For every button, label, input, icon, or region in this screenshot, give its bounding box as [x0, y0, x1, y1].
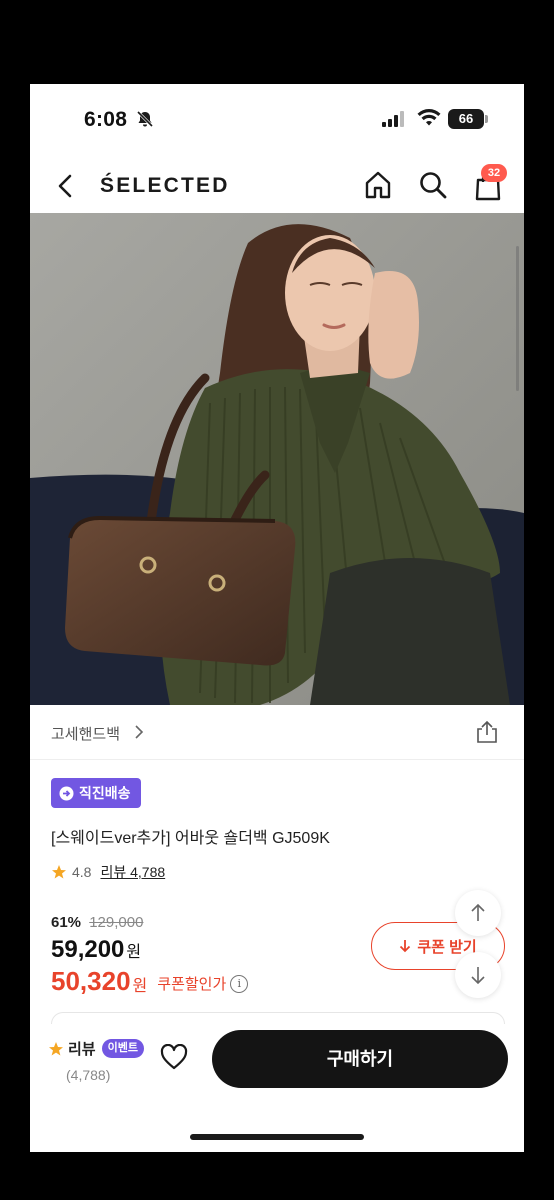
image-scrollbar [516, 246, 519, 391]
chevron-right-icon [135, 725, 144, 739]
phone-screen: 6:08 66 ŚELECTED 32 고세핸드백 직진배송 [스웨이드ver추… [30, 84, 524, 1152]
star-icon [49, 1041, 63, 1055]
arrow-down-icon [471, 967, 485, 985]
brand-logo[interactable]: ŚELECTED [100, 174, 230, 198]
coupon-price-row: 50,320 원 쿠폰할인가 i [51, 966, 249, 997]
wifi-icon [417, 109, 441, 126]
sale-price-unit: 원 [126, 944, 142, 961]
product-image-carousel[interactable] [30, 213, 524, 705]
category-row[interactable]: 고세핸드백 [30, 705, 524, 760]
cart-count-badge: 32 [481, 164, 507, 182]
coupon-price-label: 쿠폰할인가 [157, 976, 227, 993]
app-header: ŚELECTED 32 [30, 162, 524, 212]
status-time: 6:08 [84, 108, 128, 131]
buy-button[interactable]: 구매하기 [212, 1030, 508, 1088]
search-icon[interactable] [418, 170, 448, 200]
bottom-action-bar: 리뷰 이벤트 (4,788) 구매하기 [30, 1024, 524, 1152]
silent-bell-icon [136, 110, 154, 128]
share-icon[interactable] [476, 720, 498, 744]
direct-shipping-badge: 직진배송 [51, 778, 141, 808]
shipping-arrow-icon [59, 786, 74, 800]
home-indicator [190, 1134, 364, 1140]
sale-price-row: 59,200 원 [51, 936, 141, 964]
event-badge: 이벤트 [101, 1039, 144, 1058]
product-title: [스웨이드ver추가] 어바웃 숄더백 GJ509K [51, 830, 330, 847]
scroll-up-button[interactable] [455, 890, 501, 936]
discount-percent: 61% [51, 914, 82, 931]
original-price: 129,000 [89, 914, 144, 931]
battery-tip [485, 115, 488, 123]
back-arrow-icon[interactable] [52, 172, 78, 200]
review-count: (4,788) [66, 1067, 111, 1083]
heart-icon[interactable] [160, 1044, 188, 1070]
coupon-price: 50,320 [51, 966, 131, 996]
star-icon [52, 865, 66, 879]
signal-icon [382, 111, 404, 127]
scroll-down-button[interactable] [455, 952, 501, 998]
arrow-up-icon [471, 903, 485, 921]
rating-row: 4.8 리뷰 4,788 [51, 862, 165, 882]
discount-row: 61% 129,000 [51, 914, 143, 931]
info-icon[interactable]: i [230, 974, 249, 993]
battery-indicator: 66 [448, 109, 484, 129]
status-bar: 6:08 66 [30, 84, 524, 154]
review-summary[interactable]: 리뷰 이벤트 (4,788) [48, 1038, 144, 1083]
direct-shipping-label: 직진배송 [79, 785, 131, 801]
sale-price: 59,200 [51, 936, 125, 963]
coupon-price-unit: 원 [132, 977, 148, 995]
home-icon[interactable] [364, 170, 392, 200]
review-link[interactable]: 리뷰 4,788 [100, 862, 165, 882]
brand-category-link[interactable]: 고세핸드백 [51, 723, 120, 744]
rating-score: 4.8 [72, 864, 92, 880]
review-label: 리뷰 [68, 1041, 96, 1058]
product-photo [30, 213, 524, 705]
download-arrow-icon [400, 940, 411, 953]
